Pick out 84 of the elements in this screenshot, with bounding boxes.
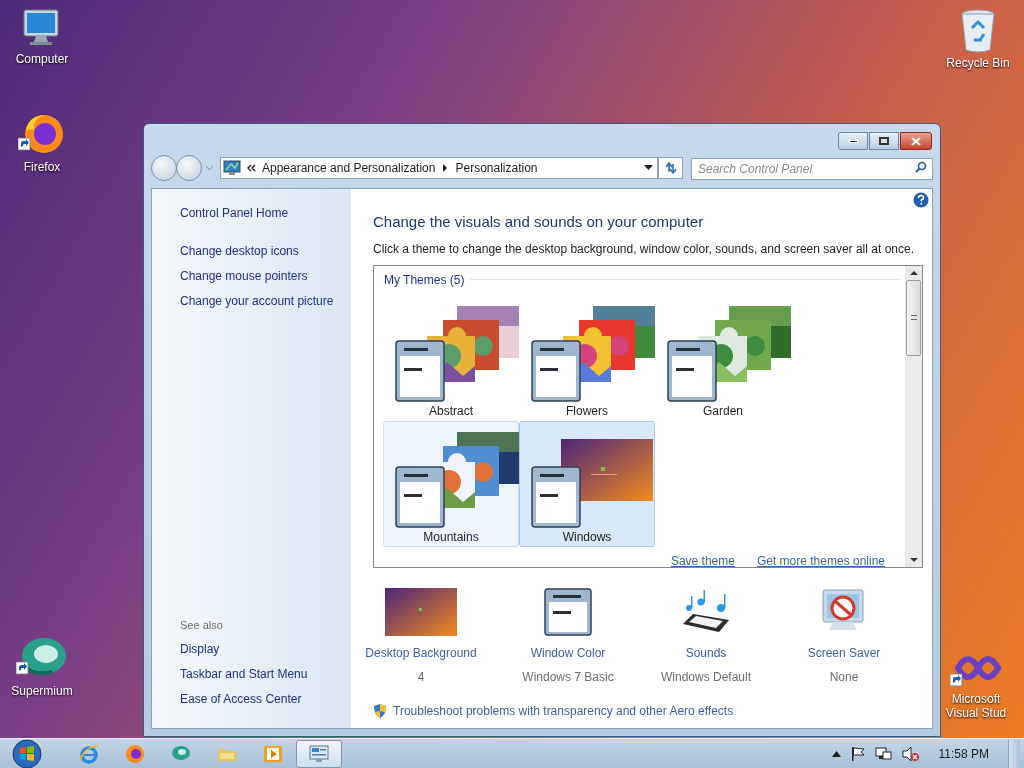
back-button[interactable] (151, 155, 177, 181)
sidebar-link[interactable]: Change your account picture (180, 292, 351, 310)
breadcrumb[interactable]: Personalization (455, 159, 538, 177)
sidebar-link[interactable]: Taskbar and Start Menu (180, 665, 351, 683)
desktop-icon-label: Computer (15, 52, 69, 66)
setting-item[interactable]: Window Color Windows 7 Basic (489, 585, 647, 686)
sidebar-link[interactable]: Ease of Access Center (180, 690, 351, 708)
troubleshoot-link[interactable]: Troubleshoot problems with transparency and other Aero effects (393, 701, 734, 720)
theme-name: Flowers (566, 402, 608, 420)
sidebar-link[interactable]: Control Panel Home (180, 204, 351, 222)
setting-value: Windows Default (660, 668, 751, 686)
taskbar-button[interactable] (296, 739, 342, 768)
theme-link[interactable]: Get more themes online (756, 551, 885, 567)
sidebar-link[interactable]: Change desktop icons (180, 242, 351, 260)
setting-label: Screen Saver (807, 644, 881, 662)
theme-tile[interactable]: Flowers (519, 294, 655, 421)
window-thumbnail-icon (395, 339, 445, 402)
breadcrumb[interactable]: Appearance and Personalization (262, 159, 436, 177)
chevron-icon (246, 164, 256, 172)
minimize-button[interactable] (838, 132, 868, 150)
desktop-icon-label: Firefox (23, 160, 61, 174)
theme-tile[interactable]: Abstract (383, 294, 519, 421)
maximize-button[interactable] (869, 132, 899, 150)
show-hidden-icons-icon[interactable] (831, 750, 841, 757)
refresh-button[interactable] (658, 157, 683, 179)
see-also-heading: See also (180, 617, 224, 633)
control-panel-icon (223, 160, 241, 176)
theme-name: Garden (703, 402, 743, 420)
setting-value: None (829, 668, 859, 686)
desktop-icon[interactable]: Computer (4, 8, 80, 66)
network-icon[interactable] (874, 745, 893, 762)
help-icon[interactable] (913, 192, 929, 208)
page-heading: Change the visuals and sounds on your computer (373, 212, 705, 232)
desktop-icon[interactable]: Recycle Bin (940, 8, 1016, 70)
muted-speaker-icon[interactable] (901, 745, 920, 762)
desktop-icon[interactable]: Firefox (4, 112, 80, 174)
window-color-icon (544, 587, 592, 636)
internet-explorer-icon (78, 742, 100, 765)
windows-logo-icon (12, 738, 42, 768)
setting-label: Sounds (685, 644, 727, 662)
breadcrumb-arrow-icon (442, 164, 449, 172)
theme-name: Abstract (429, 402, 473, 420)
setting-label: Window Color (530, 644, 606, 662)
close-button[interactable] (900, 132, 932, 150)
desktop-icon-label: Recycle Bin (946, 56, 1010, 70)
search-field[interactable]: Search Control Panel (691, 158, 933, 180)
group-heading: My Themes (5) (384, 271, 465, 289)
close-icon (911, 136, 921, 146)
desktop-icon-label: Supermium (11, 684, 73, 698)
theme-name: Windows (562, 528, 612, 546)
setting-value: 4 (417, 668, 425, 686)
window-thumbnail-icon (667, 339, 717, 402)
flag-icon[interactable] (849, 745, 866, 762)
firefox-icon (124, 742, 146, 765)
sidebar-link[interactable]: Change mouse pointers (180, 267, 351, 285)
setting-item[interactable]: Sounds Windows Default (647, 585, 765, 686)
setting-item[interactable]: Desktop Background 4 (353, 585, 489, 686)
theme-tile[interactable]: Windows (519, 420, 655, 547)
window-thumbnail-icon (531, 465, 581, 528)
address-bar[interactable]: Appearance and Personalization Personalization (220, 157, 659, 179)
theme-tile[interactable]: Garden (655, 294, 791, 421)
sidebar-link[interactable]: Display (180, 640, 351, 658)
theme-name: Mountains (423, 528, 479, 546)
scroll-thumb[interactable] (906, 279, 921, 356)
search-icon (915, 161, 927, 173)
setting-value: Windows 7 Basic (522, 668, 614, 686)
recycle-bin-icon (958, 8, 998, 54)
theme-tile[interactable]: Mountains (383, 420, 519, 547)
show-desktop-button[interactable] (1008, 739, 1020, 768)
page-description: Click a theme to change the desktop background, window color, sounds, and screen saver all at once. (373, 240, 915, 258)
forward-button[interactable] (176, 155, 202, 181)
setting-label: Desktop Background (365, 644, 477, 662)
shield-icon (373, 702, 387, 719)
desktop-icon[interactable]: Supermium (4, 636, 80, 698)
window-thumbnail-icon (531, 339, 581, 402)
setting-item[interactable]: Screen Saver None (765, 585, 923, 686)
scrollbar[interactable] (905, 265, 922, 567)
clock[interactable]: 11:58 PM (938, 744, 989, 763)
control-panel-icon (308, 742, 330, 765)
dropdown-arrow-icon (644, 165, 654, 171)
window-thumbnail-icon (395, 465, 445, 528)
desktop-icon-label: Microsoft Visual Stud (944, 692, 1008, 720)
theme-link[interactable]: Save theme (670, 551, 735, 567)
refresh-icon (663, 162, 678, 174)
